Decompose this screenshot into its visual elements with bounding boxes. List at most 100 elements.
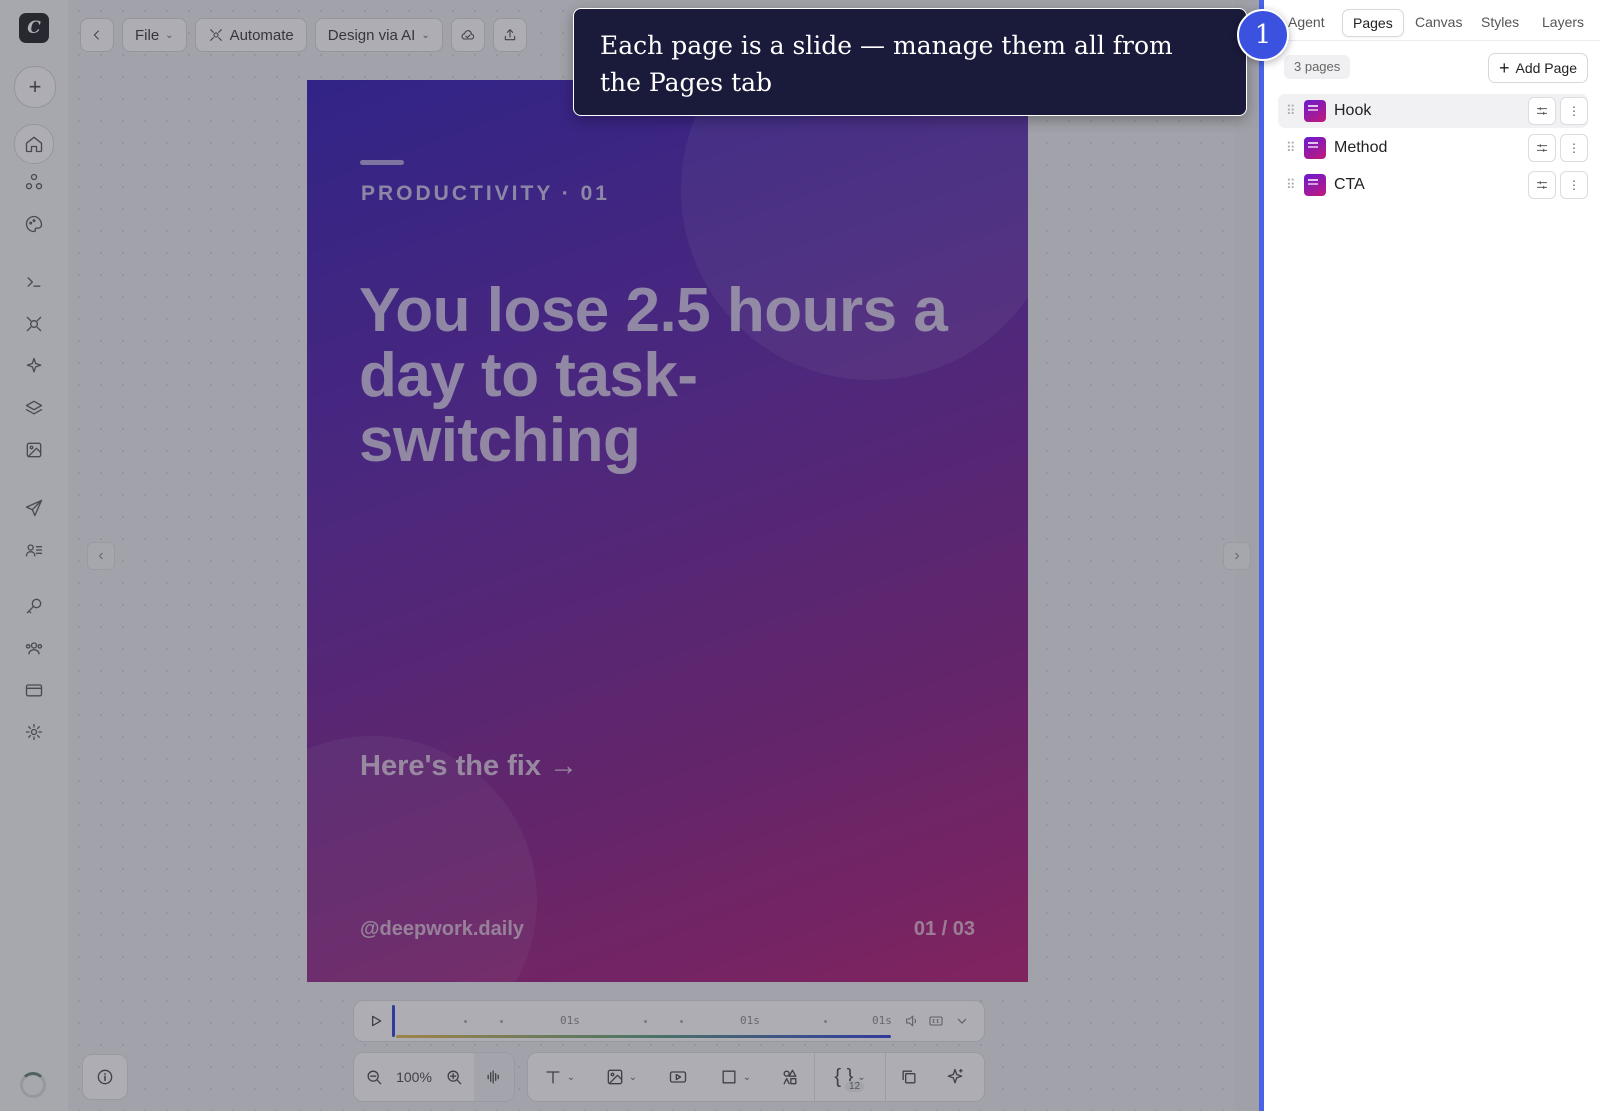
back-button[interactable]: [80, 18, 114, 52]
right-panel: Agent Pages Canvas Styles Layers 3 pages…: [1264, 0, 1600, 1111]
file-menu-button[interactable]: File ⌄: [122, 18, 187, 52]
automate-label: Automate: [229, 26, 294, 44]
file-menu-label: File: [135, 26, 160, 44]
play-icon[interactable]: [368, 1013, 384, 1029]
share-icon: [504, 29, 515, 41]
timeline-label: 01s: [872, 1014, 892, 1027]
home-icon[interactable]: [14, 124, 54, 164]
chevron-down-icon: ⌄: [421, 29, 430, 41]
tour-tooltip: Each page is a slide — manage them all f…: [573, 8, 1247, 116]
add-page-button[interactable]: + Add Page: [1487, 53, 1588, 83]
drag-handle-icon[interactable]: ⠿: [1286, 177, 1296, 193]
slide-eyebrow[interactable]: PRODUCTIVITY · 01: [361, 182, 610, 206]
variables-tool-icon[interactable]: { } 12 ⌄: [815, 1053, 885, 1101]
duplicate-icon[interactable]: [886, 1053, 932, 1101]
page-settings-icon[interactable]: [1528, 171, 1556, 199]
timeline-label: 01s: [560, 1014, 580, 1027]
page-settings-icon[interactable]: [1528, 97, 1556, 125]
layers-icon[interactable]: [20, 394, 48, 422]
page-thumbnail: [1304, 100, 1326, 122]
integrations-icon[interactable]: [20, 310, 48, 338]
video-tool-icon[interactable]: [652, 1053, 704, 1101]
timeline-dot: [500, 1020, 503, 1023]
more-options-icon[interactable]: ⋮: [1560, 97, 1588, 125]
loading-spinner: [20, 1072, 46, 1098]
image-tool-icon[interactable]: ⌄: [590, 1053, 652, 1101]
components-icon[interactable]: [20, 168, 48, 196]
prev-slide-button[interactable]: ‹: [87, 542, 115, 570]
send-icon[interactable]: [20, 494, 48, 522]
more-options-icon[interactable]: ⋮: [1560, 171, 1588, 199]
image-icon[interactable]: [20, 436, 48, 464]
timeline-progress: [396, 1035, 891, 1038]
drag-handle-icon[interactable]: ⠿: [1286, 103, 1296, 119]
audio-wave-icon[interactable]: [474, 1053, 514, 1101]
captions-icon[interactable]: [928, 1013, 944, 1029]
tab-styles[interactable]: Styles: [1471, 9, 1529, 35]
slide-headline[interactable]: You lose 2.5 hours a day to task-switchi…: [359, 278, 959, 473]
automate-button[interactable]: Automate: [194, 18, 307, 52]
terminal-icon[interactable]: [20, 268, 48, 296]
page-thumbnail: [1304, 137, 1326, 159]
sparkle-icon[interactable]: [20, 352, 48, 380]
timeline-dot: [824, 1020, 827, 1023]
design-ai-button[interactable]: Design via AI ⌄: [314, 18, 443, 52]
create-new-button[interactable]: +: [14, 66, 56, 108]
timeline-dot: [644, 1020, 647, 1023]
page-name: Method: [1334, 139, 1388, 156]
info-icon: [97, 1069, 113, 1085]
accent-bar: [360, 160, 404, 165]
billing-icon[interactable]: [20, 676, 48, 704]
slide-pager[interactable]: 01 / 03: [914, 918, 975, 941]
left-sidebar: C +: [0, 0, 69, 1111]
zoom-in-icon[interactable]: [434, 1053, 474, 1101]
timeline-label: 01s: [740, 1014, 760, 1027]
zoom-toolbar: 100%: [353, 1052, 515, 1102]
volume-icon[interactable]: [904, 1013, 920, 1029]
settings-icon[interactable]: [20, 718, 48, 746]
more-options-icon[interactable]: ⋮: [1560, 134, 1588, 162]
drag-handle-icon[interactable]: ⠿: [1286, 140, 1296, 156]
chevron-down-icon: ⌄: [165, 29, 174, 41]
playhead[interactable]: [392, 1005, 395, 1037]
tour-step-badge[interactable]: 1: [1237, 9, 1289, 61]
insert-toolbar: ⌄ ⌄ ⌄ { } 12 ⌄: [527, 1052, 985, 1102]
page-settings-icon[interactable]: [1528, 134, 1556, 162]
page-thumbnail: [1304, 174, 1326, 196]
timeline-dot: [680, 1020, 683, 1023]
page-count-badge: 3 pages: [1284, 55, 1351, 79]
page-name: CTA: [1334, 176, 1365, 193]
palette-icon[interactable]: [20, 210, 48, 238]
tour-message: Each page is a slide — manage them all f…: [600, 31, 1173, 97]
contacts-icon[interactable]: [20, 536, 48, 564]
next-slide-button[interactable]: ›: [1223, 542, 1251, 570]
text-tool-icon[interactable]: ⌄: [528, 1053, 590, 1101]
tab-layers[interactable]: Layers: [1532, 9, 1594, 35]
tab-pages[interactable]: Pages: [1342, 9, 1404, 37]
share-button[interactable]: [492, 18, 527, 52]
info-button[interactable]: [82, 1054, 128, 1100]
add-page-label: Add Page: [1515, 60, 1578, 76]
team-icon[interactable]: [20, 634, 48, 662]
cloud-sync-button[interactable]: [450, 18, 485, 52]
chevron-down-icon[interactable]: [954, 1013, 970, 1029]
key-icon[interactable]: [20, 592, 48, 620]
ai-sparkle-icon[interactable]: [932, 1053, 978, 1101]
design-ai-label: Design via AI: [327, 26, 416, 44]
zoom-out-icon[interactable]: [354, 1053, 394, 1101]
tab-canvas[interactable]: Canvas: [1405, 9, 1472, 35]
slide-cta-text[interactable]: Here's the fix →: [360, 750, 578, 783]
slide-canvas[interactable]: PRODUCTIVITY · 01 You lose 2.5 hours a d…: [307, 80, 1028, 982]
app-logo[interactable]: C: [19, 13, 49, 43]
page-row-hook[interactable]: ⠿ Hook ⋮: [1278, 94, 1588, 128]
shape-tool-icon[interactable]: ⌄: [704, 1053, 766, 1101]
page-row-cta[interactable]: ⠿ CTA ⋮: [1278, 168, 1588, 202]
slide-handle[interactable]: @deepwork.daily: [360, 918, 524, 941]
top-toolbar: File ⌄ Automate Design via AI ⌄: [80, 14, 527, 56]
timeline-bar: 01s 01s 01s: [353, 1000, 985, 1042]
page-row-method[interactable]: ⠿ Method ⋮: [1278, 131, 1588, 165]
variables-count-badge: 12: [845, 1081, 865, 1092]
panel-tabs: Agent Pages Canvas Styles Layers: [1264, 0, 1600, 41]
zoom-level[interactable]: 100%: [394, 1053, 434, 1101]
elements-tool-icon[interactable]: [766, 1053, 814, 1101]
